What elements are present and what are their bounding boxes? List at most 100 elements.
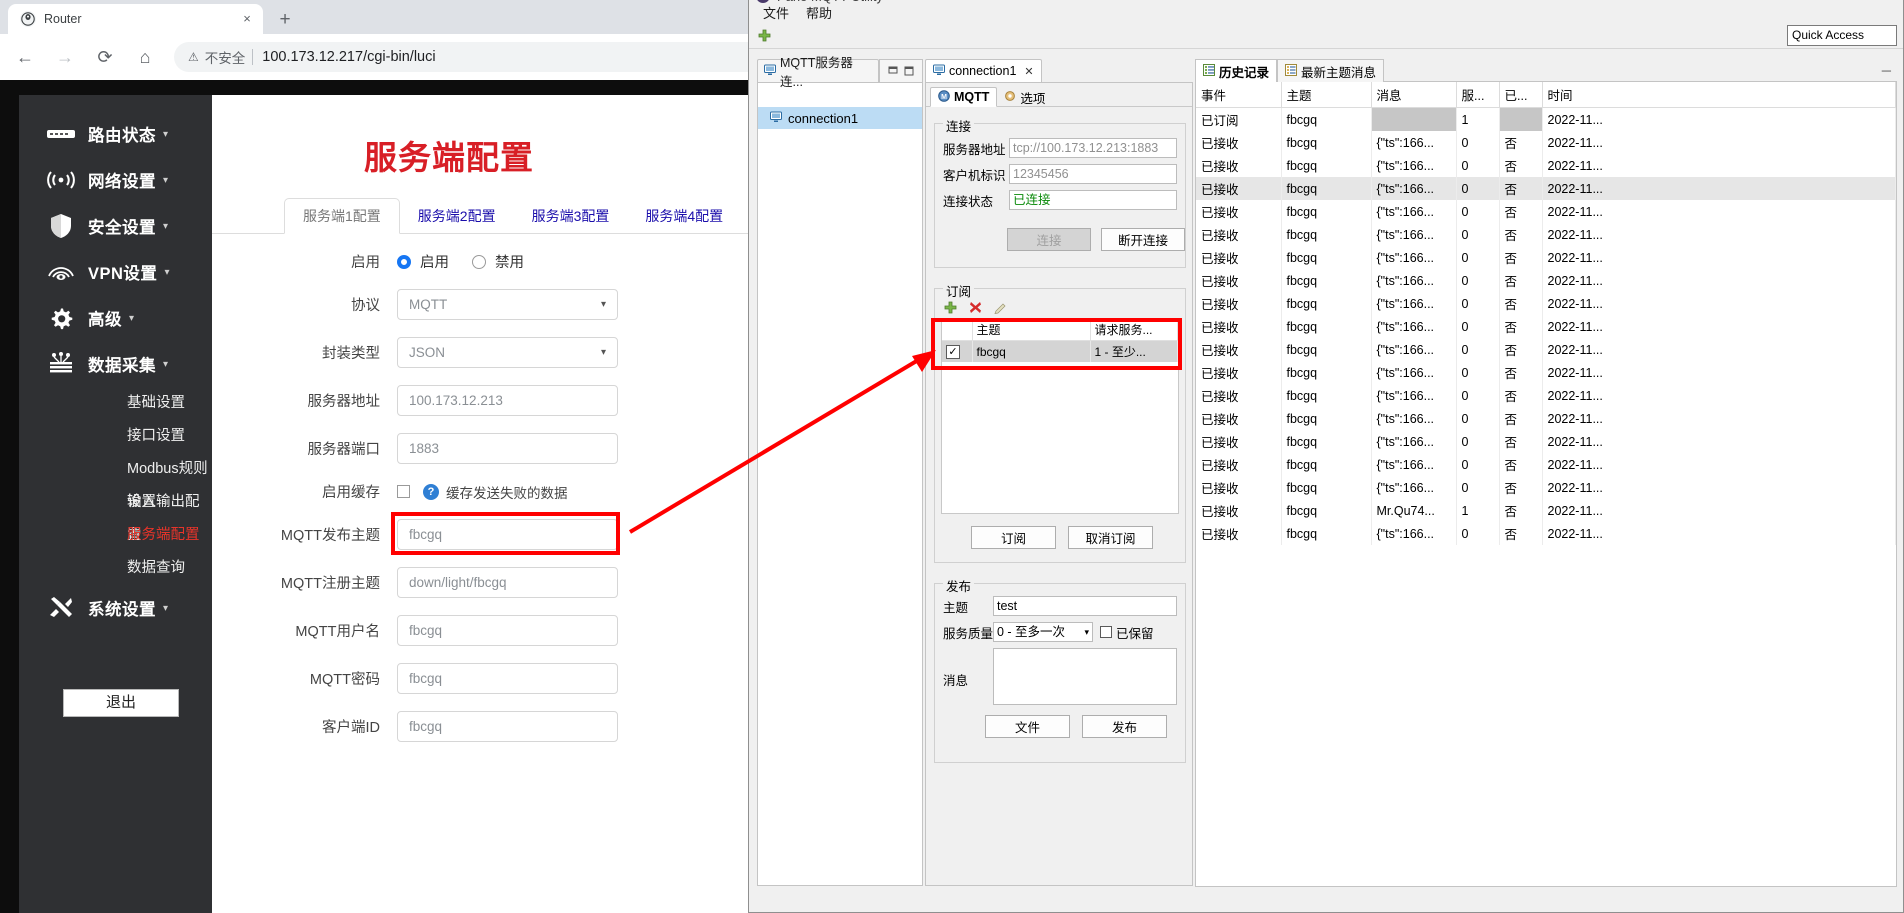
quick-access-input[interactable]: Quick Access — [1787, 25, 1897, 46]
menu-help[interactable]: 帮助 — [806, 3, 832, 22]
unsubscribe-button[interactable]: 取消订阅 — [1068, 526, 1153, 549]
column-time[interactable]: 时间 — [1542, 82, 1896, 108]
plus-icon[interactable] — [943, 300, 958, 315]
row-checkbox-cell[interactable]: ✓ — [942, 341, 972, 363]
tab-server3[interactable]: 服务端3配置 — [514, 199, 628, 233]
reload-icon[interactable]: ⟳ — [90, 42, 120, 72]
logout-button[interactable]: 退出 — [63, 689, 179, 717]
sidebar-subitem-basic-settings[interactable]: 基础设置 — [19, 387, 212, 420]
publish-button[interactable]: 发布 — [1082, 715, 1167, 738]
table-row[interactable]: 已接收fbcgq{"ts":166...0否2022-11... — [1196, 430, 1896, 453]
tab-server2[interactable]: 服务端2配置 — [400, 199, 514, 233]
sidebar-subitem-data-query[interactable]: 数据查询 — [19, 552, 212, 585]
browser-tab-router[interactable]: Router × — [8, 4, 263, 34]
plus-icon[interactable] — [757, 28, 772, 43]
view-maximize-icon[interactable] — [901, 63, 917, 79]
radio-enable-off[interactable] — [472, 255, 486, 269]
table-row[interactable]: 已接收fbcgq{"ts":166...0否2022-11... — [1196, 246, 1896, 269]
tab-latest-topic-messages[interactable]: 最新主题消息 — [1277, 59, 1384, 82]
disconnect-button[interactable]: 断开连接 — [1101, 228, 1185, 251]
table-row[interactable]: 已接收fbcgq{"ts":166...0否2022-11... — [1196, 315, 1896, 338]
table-row[interactable]: 已接收fbcgq{"ts":166...0否2022-11... — [1196, 269, 1896, 292]
tree-item-connection1[interactable]: connection1 — [758, 107, 922, 129]
client-id-input[interactable]: 12345456 — [1009, 164, 1177, 184]
column-retained[interactable]: 已... — [1499, 82, 1542, 108]
sidebar-item-advanced[interactable]: 高级 ▾ — [19, 295, 212, 341]
table-row[interactable]: 已接收fbcgq{"ts":166...0否2022-11... — [1196, 407, 1896, 430]
home-icon[interactable]: ⌂ — [130, 42, 160, 72]
sidebar-subitem-io-config[interactable]: 输入输出配置 — [19, 486, 212, 519]
publish-message-textarea[interactable] — [993, 648, 1177, 705]
help-icon[interactable]: ? — [423, 484, 439, 500]
delete-x-icon[interactable] — [968, 300, 983, 315]
encapsulation-select[interactable]: JSON ▾ — [397, 337, 618, 368]
table-row[interactable]: 已接收fbcgq{"ts":166...0否2022-11... — [1196, 476, 1896, 499]
menu-file[interactable]: 文件 — [763, 3, 789, 22]
tab-server1[interactable]: 服务端1配置 — [284, 198, 400, 234]
column-message[interactable]: 消息 — [1371, 82, 1456, 108]
tab-options[interactable]: 选项 — [997, 87, 1052, 107]
retained-checkbox-wrap[interactable]: 已保留 — [1100, 623, 1164, 642]
sidebar-item-security-settings[interactable]: 安全设置 ▾ — [19, 203, 212, 249]
client-id-input[interactable] — [397, 711, 618, 742]
editor-tab-connection1[interactable]: connection1 ✕ — [925, 59, 1042, 82]
table-row[interactable]: 已接收fbcgq{"ts":166...0否2022-11... — [1196, 131, 1896, 154]
retained-checkbox[interactable] — [1100, 626, 1112, 638]
table-row[interactable]: 已接收fbcgq{"ts":166...0否2022-11... — [1196, 154, 1896, 177]
password-input[interactable] — [397, 663, 618, 694]
file-button[interactable]: 文件 — [985, 715, 1070, 738]
sidebar-item-data-collection[interactable]: 数据采集 ▾ — [19, 341, 212, 387]
table-row[interactable]: 已接收fbcgq{"ts":166...0否2022-11... — [1196, 292, 1896, 315]
tab-mqtt-server-connections[interactable]: MQTT服务器连... — [757, 59, 879, 82]
forward-icon[interactable]: → — [50, 42, 80, 72]
tab-history[interactable]: 历史记录 — [1195, 59, 1277, 82]
history-cell-event: 已接收 — [1196, 200, 1281, 223]
back-icon[interactable]: ← — [10, 42, 40, 72]
connect-button[interactable]: 连接 — [1007, 228, 1091, 251]
sidebar-item-network-settings[interactable]: 网络设置 ▾ — [19, 157, 212, 203]
table-row[interactable]: 已接收fbcgq{"ts":166...0否2022-11... — [1196, 361, 1896, 384]
sidebar-subitem-interface-settings[interactable]: 接口设置 — [19, 420, 212, 453]
column-topic[interactable]: 主题 — [1281, 82, 1371, 108]
sidebar-subitem-modbus-rules[interactable]: Modbus规则设置 — [19, 453, 212, 486]
sidebar-item-vpn-settings[interactable]: VPN设置 ▾ — [19, 249, 212, 295]
table-row[interactable]: 已接收fbcgq{"ts":166...0否2022-11... — [1196, 338, 1896, 361]
pencil-icon[interactable] — [993, 300, 1008, 315]
publish-topic-input[interactable] — [993, 596, 1177, 616]
sidebar-subitem-server-config[interactable]: 服务端配置 — [19, 519, 212, 552]
sidebar-item-router-status[interactable]: 路由状态 ▾ — [19, 111, 212, 157]
subscribe-button[interactable]: 订阅 — [971, 526, 1056, 549]
sidebar-item-system-settings[interactable]: 系统设置 ▾ — [19, 585, 212, 631]
column-qos[interactable]: 服... — [1456, 82, 1499, 108]
table-row[interactable]: 已接收fbcgqMr.Qu74...1否2022-11... — [1196, 499, 1896, 522]
subscription-checkbox[interactable]: ✓ — [946, 345, 960, 359]
history-cell-qos: 0 — [1456, 200, 1499, 223]
server-address-input[interactable] — [397, 385, 618, 416]
publish-topic-input[interactable] — [397, 519, 618, 550]
view-minimize-icon[interactable] — [885, 63, 901, 79]
radio-enable-on[interactable] — [397, 255, 411, 269]
table-row[interactable]: 已接收fbcgq{"ts":166...0否2022-11... — [1196, 522, 1896, 545]
table-row[interactable]: 已接收fbcgq{"ts":166...0否2022-11... — [1196, 384, 1896, 407]
table-row[interactable]: ✓ fbcgq 1 - 至少... — [942, 341, 1178, 363]
register-topic-input[interactable] — [397, 567, 618, 598]
server-port-input[interactable] — [397, 433, 618, 464]
close-icon[interactable]: × — [239, 11, 255, 27]
view-minimize-icon[interactable]: ─ — [1882, 63, 1891, 78]
enable-cache-checkbox[interactable] — [397, 485, 410, 498]
table-row[interactable]: 已接收fbcgq{"ts":166...0否2022-11... — [1196, 200, 1896, 223]
tab-mqtt[interactable]: M MQTT — [930, 87, 997, 107]
table-row[interactable]: 已订阅fbcgq12022-11... — [1196, 108, 1896, 132]
protocol-select[interactable]: MQTT ▾ — [397, 289, 618, 320]
username-input[interactable] — [397, 615, 618, 646]
column-event[interactable]: 事件 — [1196, 82, 1281, 108]
table-row[interactable]: 已接收fbcgq{"ts":166...0否2022-11... — [1196, 453, 1896, 476]
publish-qos-select[interactable]: 0 - 至多一次 ▾ — [993, 622, 1093, 642]
table-row[interactable]: 已接收fbcgq{"ts":166...0否2022-11... — [1196, 177, 1896, 200]
tab-server4[interactable]: 服务端4配置 — [627, 199, 741, 233]
new-tab-button[interactable]: + — [272, 8, 298, 34]
close-icon[interactable]: ✕ — [1024, 65, 1033, 78]
server-address-input[interactable]: tcp://100.173.12.213:1883 — [1009, 138, 1177, 158]
enable-radio-group[interactable]: 启用 禁用 — [397, 251, 547, 272]
table-row[interactable]: 已接收fbcgq{"ts":166...0否2022-11... — [1196, 223, 1896, 246]
